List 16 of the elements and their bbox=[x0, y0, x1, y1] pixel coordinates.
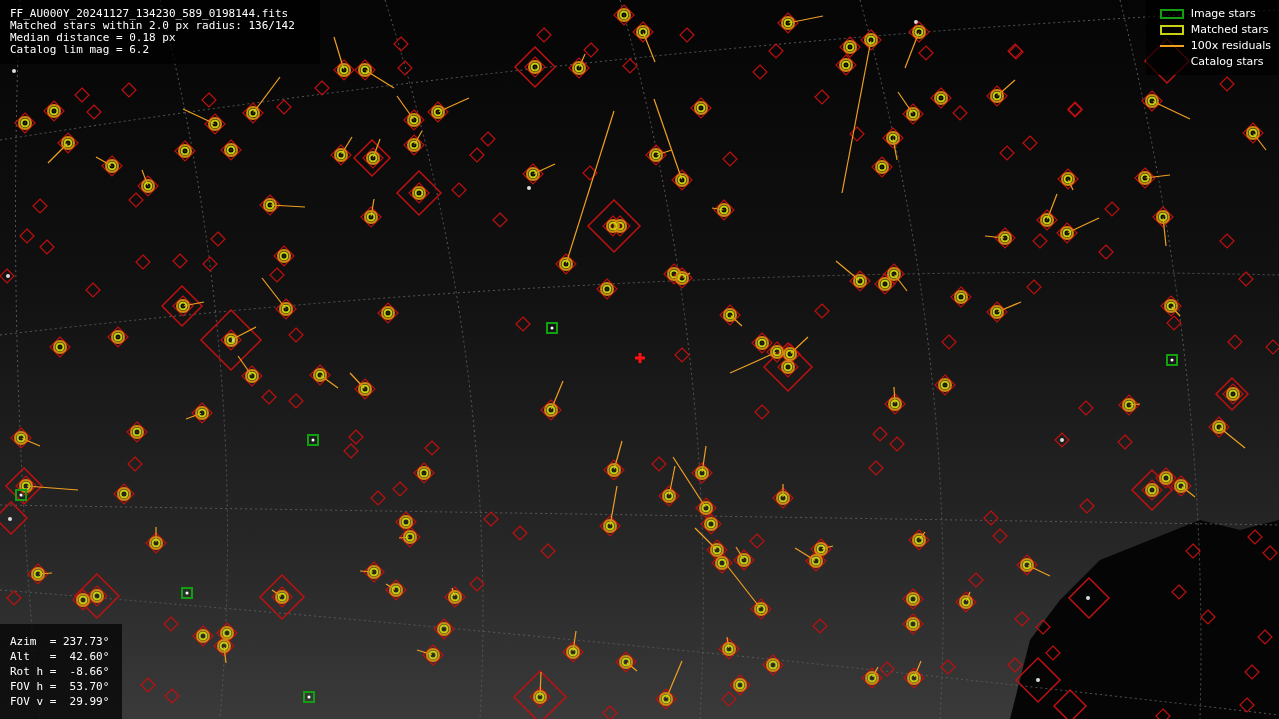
pointing-line: Azim = 237.73° bbox=[10, 634, 111, 649]
info-line: Median distance = 0.18 px bbox=[10, 32, 177, 44]
residual-line-icon bbox=[1160, 44, 1185, 47]
matched-star-swatch-icon bbox=[1160, 24, 1185, 35]
legend-label: 100x residuals bbox=[1190, 38, 1271, 53]
legend-label: Matched stars bbox=[1190, 22, 1269, 37]
image-star-swatch-icon bbox=[1160, 8, 1185, 19]
legend-label: Image stars bbox=[1190, 6, 1256, 21]
info-line: Matched stars within 2.0 px radius: 136/142 bbox=[10, 20, 296, 32]
file-name: FF_AU000Y_20241127_134230_589_0198144.fits bbox=[10, 8, 290, 20]
pointing-line: FOV h = 53.70° bbox=[10, 679, 111, 694]
pointing-line: Alt = 42.60° bbox=[10, 649, 111, 664]
info-line: Catalog lim mag = 6.2 bbox=[10, 44, 151, 56]
pointing-line: Rot h = -8.66° bbox=[10, 664, 111, 679]
pointing-line: FOV v = 29.99° bbox=[10, 694, 111, 709]
legend-label: Catalog stars bbox=[1190, 54, 1264, 69]
